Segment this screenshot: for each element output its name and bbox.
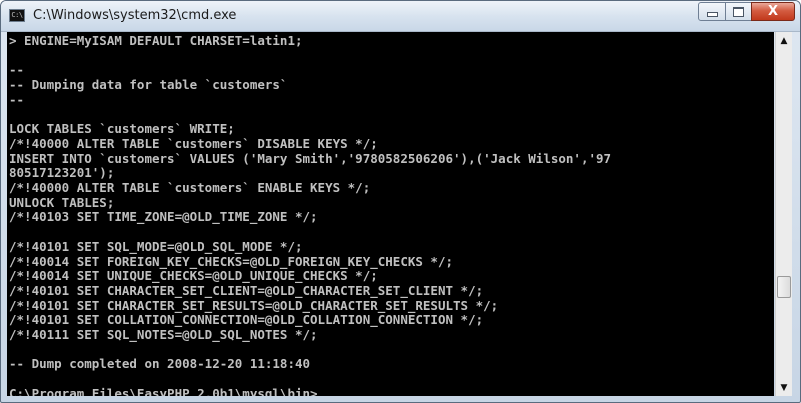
console-line: /*!40101 SET CHARACTER_SET_RESULTS=@OLD_… — [9, 297, 499, 313]
console-line: > ENGINE=MyISAM DEFAULT CHARSET=latin1; — [9, 33, 303, 48]
console-line: /*!40000 ALTER TABLE `customers` DISABLE… — [9, 135, 378, 151]
console-line: INSERT INTO `customers` VALUES ('Mary Sm… — [9, 150, 612, 166]
console-text: > ENGINE=MyISAM DEFAULT CHARSET=latin1; … — [7, 32, 774, 396]
title-bar[interactable]: C:\ C:\Windows\system32\cmd.exe X — [1, 1, 800, 32]
console-line: /*!40000 ALTER TABLE `customers` ENABLE … — [9, 180, 371, 196]
cmd-window: C:\ C:\Windows\system32\cmd.exe X > ENGI… — [0, 0, 801, 403]
close-icon: X — [767, 4, 779, 19]
cmd-console-icon[interactable]: C:\ — [9, 9, 25, 22]
maximize-button[interactable] — [725, 2, 752, 21]
console-line: 80517123201'); — [9, 165, 115, 181]
console-line: /*!40111 SET SQL_NOTES=@OLD_SQL_NOTES */… — [9, 327, 318, 343]
scroll-down-button[interactable]: ▼ — [776, 379, 792, 396]
console-line: -- Dumping data for table `customers` — [9, 77, 288, 93]
console-line: -- — [9, 91, 25, 107]
vertical-scrollbar[interactable]: ▲ ▼ — [775, 32, 792, 396]
console-line: /*!40101 SET CHARACTER_SET_CLIENT=@OLD_C… — [9, 282, 484, 298]
minimize-icon — [706, 12, 718, 17]
arrow-up-icon: ▲ — [780, 35, 788, 46]
window-title: C:\Windows\system32\cmd.exe — [33, 8, 237, 23]
text-cursor: _ — [317, 385, 326, 396]
scrollbar-thumb[interactable] — [777, 276, 791, 298]
console-line: UNLOCK TABLES; — [9, 194, 115, 210]
console-line: /*!40101 SET COLLATION_CONNECTION=@OLD_C… — [9, 312, 484, 328]
minimize-button[interactable] — [698, 2, 726, 21]
close-button[interactable]: X — [751, 2, 795, 21]
scroll-up-button[interactable]: ▲ — [776, 32, 792, 49]
arrow-down-icon: ▼ — [780, 382, 788, 393]
console-line: /*!40014 SET UNIQUE_CHECKS=@OLD_UNIQUE_C… — [9, 268, 378, 284]
console-line: -- Dump completed on 2008-12-20 11:18:40 — [9, 356, 311, 372]
console-lines: > ENGINE=MyISAM DEFAULT CHARSET=latin1; … — [9, 33, 611, 371]
command-prompt: C:\Program Files\EasyPHP 2.0b1\mysql\bin… — [9, 385, 318, 396]
console-line: -- — [9, 62, 25, 78]
console-output[interactable]: > ENGINE=MyISAM DEFAULT CHARSET=latin1; … — [7, 32, 774, 396]
console-line: LOCK TABLES `customers` WRITE; — [9, 121, 235, 137]
console-line: /*!40103 SET TIME_ZONE=@OLD_TIME_ZONE */… — [9, 209, 318, 225]
console-line: /*!40101 SET SQL_MODE=@OLD_SQL_MODE */; — [9, 238, 303, 254]
console-line: /*!40014 SET FOREIGN_KEY_CHECKS=@OLD_FOR… — [9, 253, 454, 269]
maximize-icon — [733, 6, 744, 17]
